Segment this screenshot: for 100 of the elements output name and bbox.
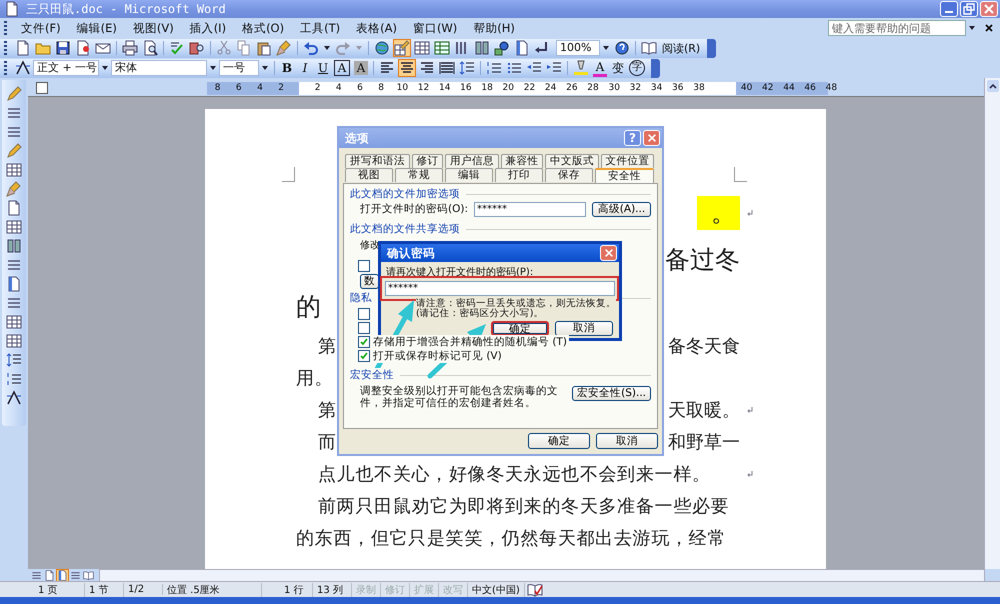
- checkbox[interactable]: [358, 350, 370, 362]
- line-spacing-icon[interactable]: [6, 352, 22, 368]
- italic-button[interactable]: I: [298, 61, 312, 75]
- globe-icon[interactable]: [374, 40, 390, 56]
- shapes-icon[interactable]: [494, 40, 510, 56]
- table-icon[interactable]: [6, 162, 22, 178]
- font-color-button[interactable]: A: [593, 60, 607, 76]
- align-right-icon[interactable]: [419, 60, 435, 76]
- bold-button[interactable]: B: [280, 61, 294, 75]
- pencil-icon[interactable]: [6, 86, 22, 102]
- shaded-button[interactable]: A: [354, 61, 368, 75]
- tab[interactable]: 文件位置: [600, 154, 654, 168]
- ok-button[interactable]: 确定: [491, 321, 549, 336]
- table-icon[interactable]: [6, 333, 22, 349]
- macro-security-button[interactable]: 宏安全性(S)...: [572, 386, 651, 401]
- close-icon[interactable]: [984, 23, 994, 33]
- menu-item[interactable]: 表格(A): [348, 20, 405, 36]
- restore-button[interactable]: [960, 1, 978, 17]
- dropdown-caret-icon[interactable]: [968, 24, 976, 32]
- numbered-list-icon[interactable]: [6, 371, 22, 387]
- page-view-icon[interactable]: [44, 570, 55, 580]
- numbered-list-icon[interactable]: [486, 60, 502, 76]
- page-sidebar-view-icon[interactable]: [57, 570, 68, 580]
- table-pencil-icon[interactable]: [394, 40, 410, 56]
- tab[interactable]: 保存: [545, 168, 593, 182]
- advanced-button[interactable]: 高级(A)...: [592, 202, 651, 216]
- printer-icon[interactable]: [122, 40, 138, 56]
- highlighter-icon[interactable]: [573, 60, 589, 76]
- tab-selector[interactable]: [36, 82, 48, 94]
- return-arrow-icon[interactable]: [534, 40, 550, 56]
- menu-item[interactable]: 格式(O): [234, 20, 292, 36]
- line-spacing-icon[interactable]: [459, 60, 475, 76]
- menu-item[interactable]: 视图(V): [124, 20, 182, 36]
- help-search-field[interactable]: 键入需要帮助的问题: [828, 20, 966, 36]
- page-sidebar-icon[interactable]: [514, 40, 530, 56]
- clipboard-icon[interactable]: [256, 40, 272, 56]
- checkbox[interactable]: [358, 336, 370, 348]
- boxed-button[interactable]: A: [334, 60, 350, 76]
- tab[interactable]: 安全性: [595, 168, 654, 183]
- book-view-icon[interactable]: [83, 570, 94, 580]
- tab[interactable]: 打印: [495, 168, 543, 182]
- password-field[interactable]: ******: [474, 202, 586, 216]
- book-icon[interactable]: [641, 40, 657, 56]
- spell-check-icon[interactable]: [169, 40, 185, 56]
- horizontal-scrollbar[interactable]: [99, 568, 985, 582]
- justify-icon[interactable]: [439, 60, 455, 76]
- font-combo[interactable]: 宋体: [111, 60, 207, 76]
- bulleted-list-icon[interactable]: [506, 60, 522, 76]
- page-icon[interactable]: [6, 200, 22, 216]
- close-button[interactable]: [600, 245, 617, 261]
- dropdown-caret-icon[interactable]: [209, 64, 217, 72]
- page-icon[interactable]: [15, 40, 31, 56]
- scissors-icon[interactable]: [216, 40, 232, 56]
- dropdown-caret-icon[interactable]: [101, 64, 109, 72]
- tab[interactable]: 兼容性: [500, 154, 543, 168]
- char-scale-icon[interactable]: [6, 390, 22, 406]
- digital-signature-button[interactable]: 数: [360, 274, 379, 288]
- underline-button[interactable]: U: [316, 61, 330, 75]
- menu-item[interactable]: 插入(I): [182, 20, 234, 36]
- tab[interactable]: 编辑: [445, 168, 493, 182]
- size-combo[interactable]: 一号: [219, 60, 259, 76]
- style-combo[interactable]: 正文 + 一号: [33, 60, 99, 76]
- page-magnifier-icon[interactable]: [142, 40, 158, 56]
- help-icon[interactable]: [614, 40, 630, 56]
- brush-icon[interactable]: [6, 181, 22, 197]
- checkbox[interactable]: [358, 260, 370, 272]
- tab[interactable]: 拼写和语法: [345, 154, 410, 168]
- enclose-character-button[interactable]: 字: [629, 60, 645, 76]
- pencil-icon[interactable]: [6, 143, 22, 159]
- zoom-combo[interactable]: 100%: [556, 40, 600, 56]
- tab[interactable]: 用户信息: [445, 154, 498, 168]
- table-icon[interactable]: [6, 219, 22, 235]
- table-icon[interactable]: [6, 314, 22, 330]
- cancel-button[interactable]: 取消: [596, 433, 658, 449]
- columns-icon[interactable]: [474, 40, 490, 56]
- menu-item[interactable]: 帮助(H): [465, 20, 523, 36]
- align-left-icon[interactable]: [379, 60, 395, 76]
- read-button[interactable]: 阅读(R): [659, 40, 704, 56]
- menu-item[interactable]: 编辑(E): [68, 20, 125, 36]
- tab[interactable]: 视图: [345, 168, 393, 182]
- menu-item[interactable]: 工具(T): [292, 20, 348, 36]
- sheet-icon[interactable]: [434, 40, 450, 56]
- table-icon[interactable]: [414, 40, 430, 56]
- checkbox[interactable]: [358, 322, 370, 334]
- toolbar-options-button[interactable]: [651, 58, 660, 78]
- lines-view-icon[interactable]: [70, 570, 81, 580]
- phonetic-guide-button[interactable]: 变: [611, 61, 625, 75]
- cancel-button[interactable]: 取消: [555, 321, 613, 336]
- char-scale-icon[interactable]: [15, 60, 31, 76]
- undo-icon[interactable]: [303, 40, 319, 56]
- menu-item[interactable]: 窗口(W): [404, 20, 466, 36]
- brush-icon[interactable]: [276, 40, 292, 56]
- dropdown-caret-icon[interactable]: [323, 44, 331, 52]
- close-button[interactable]: [980, 1, 998, 17]
- dropdown-caret-icon[interactable]: [261, 64, 269, 72]
- checkbox[interactable]: [358, 308, 370, 320]
- columns-icon[interactable]: [6, 238, 22, 254]
- book-magnifier-icon[interactable]: [189, 40, 205, 56]
- menu-item[interactable]: 文件(F): [13, 20, 69, 36]
- tab[interactable]: 常规: [395, 168, 443, 182]
